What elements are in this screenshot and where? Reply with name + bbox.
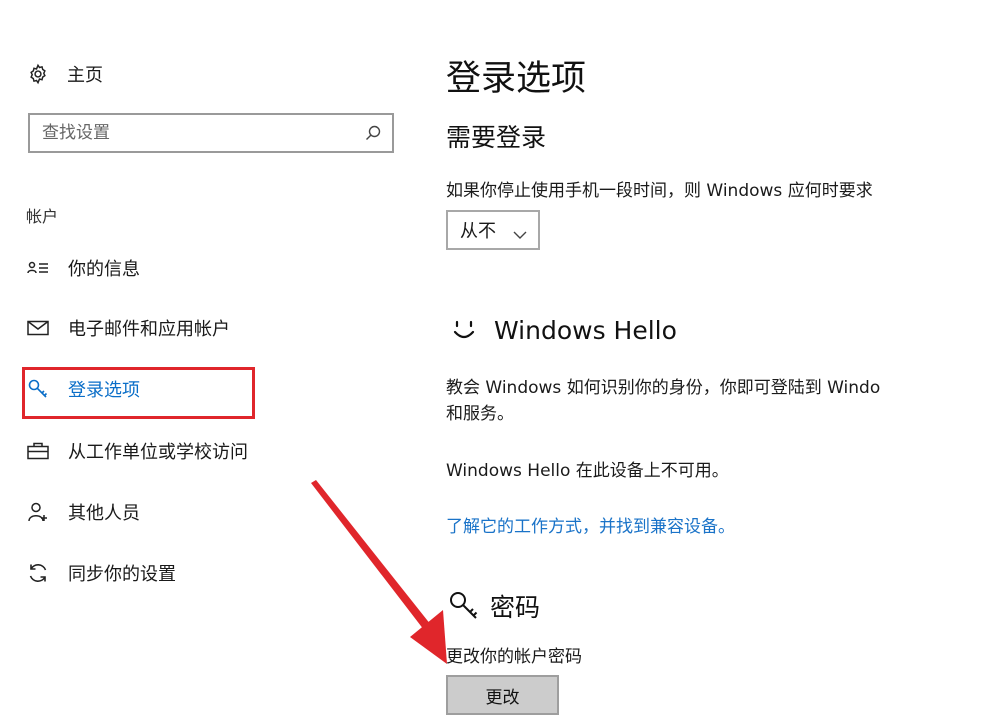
sidebar-item-label: 电子邮件和应用帐户: [68, 319, 230, 340]
search-input[interactable]: [42, 123, 342, 143]
sidebar-item-sync-settings[interactable]: 同步你的设置: [26, 558, 176, 588]
sidebar-item-label: 同步你的设置: [68, 564, 176, 585]
page-title: 登录选项: [446, 59, 587, 99]
sidebar-home[interactable]: 主页: [26, 60, 103, 88]
sidebar-home-label: 主页: [67, 65, 103, 86]
sync-icon: [26, 561, 50, 585]
sidebar-item-label: 从工作单位或学校访问: [68, 442, 248, 463]
key-icon: [446, 588, 482, 624]
windows-hello-heading: Windows Hello: [446, 312, 677, 348]
briefcase-icon: [26, 439, 50, 463]
windows-hello-learn-more-link[interactable]: 了解它的工作方式，并找到兼容设备。: [446, 512, 735, 537]
sidebar-item-work-school[interactable]: 从工作单位或学校访问: [26, 436, 248, 466]
mail-icon: [26, 316, 50, 340]
password-title: 密码: [490, 593, 541, 622]
chevron-down-icon: [512, 225, 528, 239]
change-password-button[interactable]: 更改: [446, 675, 559, 715]
search-icon[interactable]: [364, 124, 382, 142]
require-signin-description: 如果你停止使用手机一段时间，则 Windows 应何时要求: [446, 181, 873, 201]
sidebar-item-your-info[interactable]: 你的信息: [26, 253, 140, 283]
require-signin-dropdown[interactable]: 从不: [446, 210, 540, 250]
gear-icon: [26, 62, 50, 86]
windows-hello-description-line2: 和服务。: [446, 404, 514, 424]
sidebar-item-label: 其他人员: [68, 503, 140, 524]
dropdown-value: 从不: [460, 221, 496, 242]
main-content: 登录选项 需要登录 如果你停止使用手机一段时间，则 Windows 应何时要求 …: [446, 0, 995, 725]
section-label-accounts: 帐户: [26, 207, 59, 226]
annotation-highlight-box: [22, 367, 255, 419]
sidebar-item-label: 你的信息: [68, 259, 140, 280]
sidebar-item-other-people[interactable]: 其他人员: [26, 497, 140, 527]
person-add-icon: [26, 500, 50, 524]
sidebar: 主页 帐户 你的信息: [0, 0, 420, 725]
search-box: [28, 113, 394, 153]
smiley-icon: [446, 312, 482, 348]
require-signin-heading: 需要登录: [446, 123, 547, 152]
windows-hello-description-line1: 教会 Windows 如何识别你的身份，你即可登陆到 Windo: [446, 378, 881, 398]
windows-hello-unavailable-text: Windows Hello 在此设备上不可用。: [446, 461, 729, 481]
windows-hello-title: Windows Hello: [494, 315, 677, 345]
settings-window: 主页 帐户 你的信息: [0, 0, 995, 725]
sidebar-item-email-accounts[interactable]: 电子邮件和应用帐户: [26, 313, 230, 343]
person-card-icon: [26, 256, 50, 280]
password-description: 更改你的帐户密码: [446, 647, 582, 667]
password-heading: 密码: [446, 588, 540, 624]
